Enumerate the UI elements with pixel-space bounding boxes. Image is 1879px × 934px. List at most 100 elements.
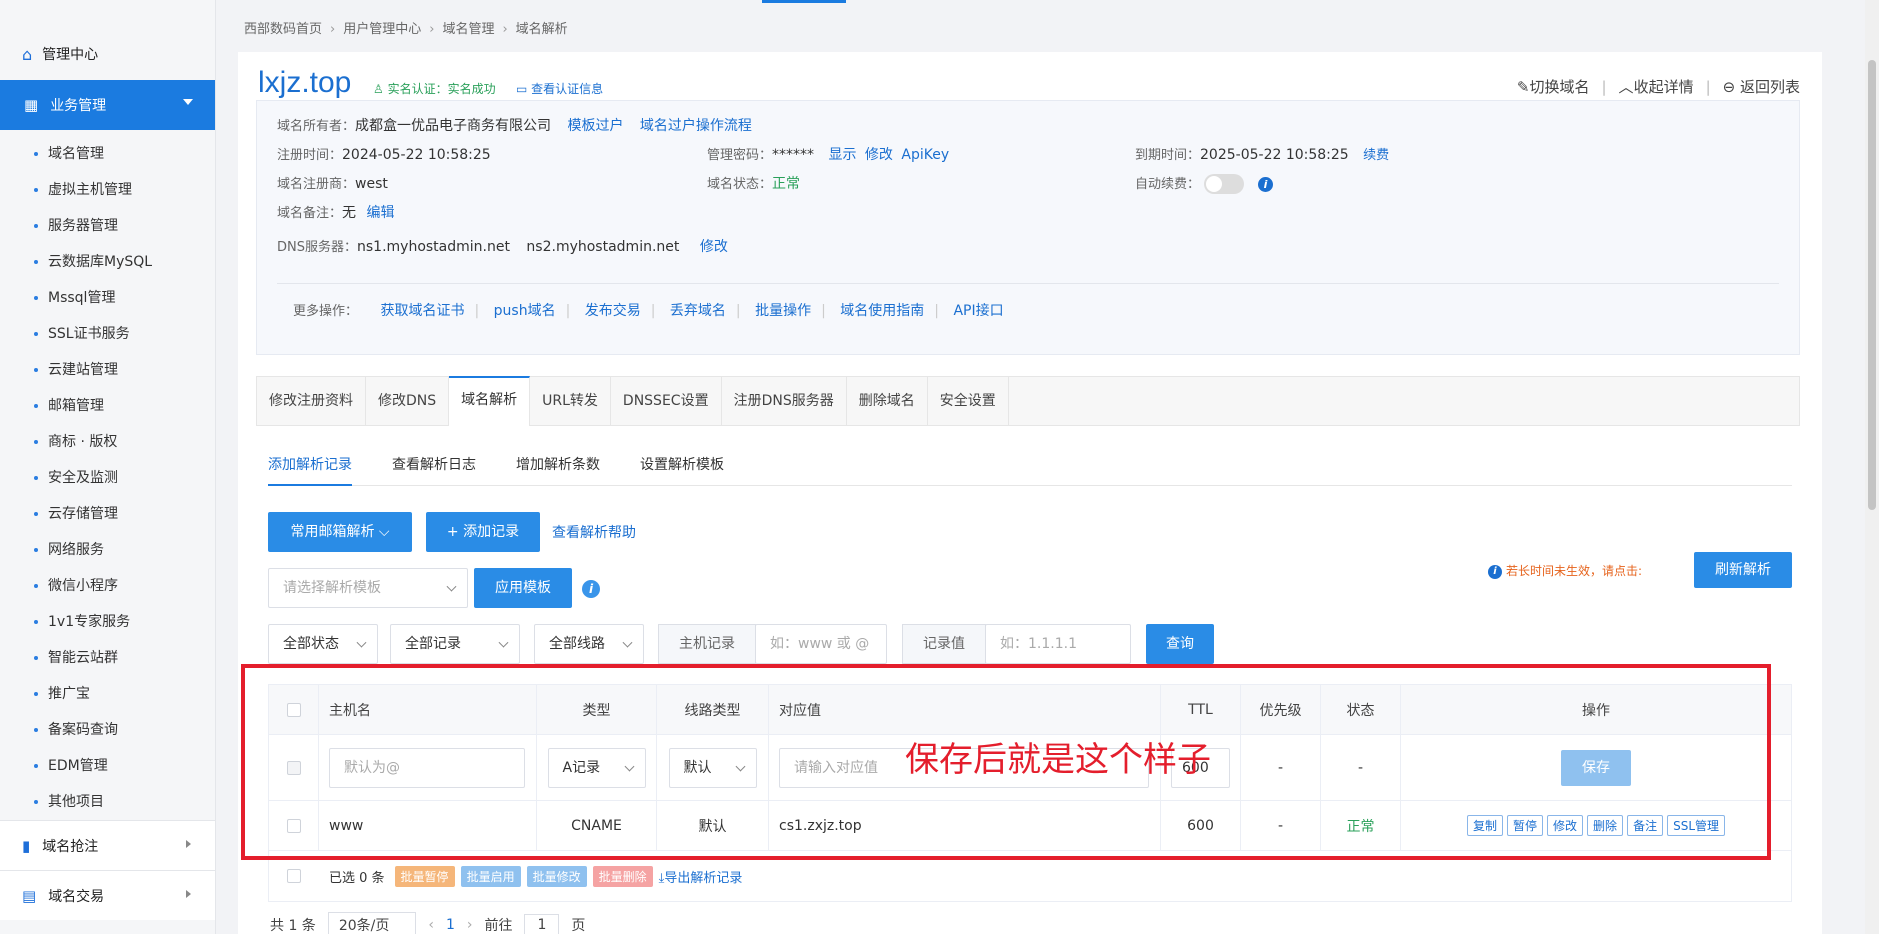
- auto-renew-toggle[interactable]: [1204, 174, 1245, 194]
- batch-delete-button[interactable]: 批量删除: [592, 865, 653, 887]
- edit-button[interactable]: 修改: [1547, 815, 1584, 836]
- transfer-flow-link[interactable]: 域名过户操作流程: [640, 118, 752, 134]
- breadcrumb-item[interactable]: 用户管理中心: [343, 22, 421, 37]
- domain-guide-link[interactable]: 域名使用指南: [840, 303, 924, 319]
- current-page[interactable]: 1: [446, 917, 455, 933]
- tab-edit-registration[interactable]: 修改注册资料: [257, 377, 366, 425]
- select-all-checkbox[interactable]: [286, 702, 301, 717]
- switch-domain-text: 切换域名: [1529, 78, 1590, 96]
- template-transfer-link[interactable]: 模板过户: [567, 118, 623, 134]
- back-to-list-button[interactable]: ⊖ 返回列表: [1723, 76, 1800, 97]
- goto-page-input[interactable]: 1: [524, 914, 560, 934]
- subtab-add-quota[interactable]: 增加解析条数: [516, 450, 600, 486]
- sidebar-subitem[interactable]: 域名管理: [0, 136, 215, 172]
- scrollbar-thumb[interactable]: [1868, 60, 1876, 510]
- tab-dnssec[interactable]: DNSSEC设置: [611, 377, 722, 425]
- record-filter[interactable]: 全部记录: [390, 624, 520, 664]
- sidebar-subitem[interactable]: 其他项目: [0, 784, 215, 820]
- host-record-input[interactable]: 如：www 或 @: [755, 624, 887, 664]
- tab-security[interactable]: 安全设置: [928, 377, 1009, 425]
- api-link[interactable]: API接口: [953, 303, 1003, 319]
- resolution-help-link[interactable]: 查看解析帮助: [552, 522, 636, 542]
- save-button[interactable]: 保存: [1561, 749, 1631, 786]
- tab-edit-dns[interactable]: 修改DNS: [366, 377, 450, 425]
- sidebar-subitem[interactable]: 邮箱管理: [0, 388, 215, 424]
- sidebar-group-trade[interactable]: ▤ 域名交易: [0, 870, 215, 920]
- sidebar-subitem[interactable]: 1v1专家服务: [0, 604, 215, 640]
- subtab-add-record[interactable]: 添加解析记录: [268, 450, 352, 486]
- sidebar-subitem[interactable]: 网络服务: [0, 532, 215, 568]
- sidebar-subitem[interactable]: 商标 · 版权: [0, 424, 215, 460]
- sidebar-subitem[interactable]: SSL证书服务: [0, 316, 215, 352]
- status-filter[interactable]: 全部状态: [268, 624, 378, 664]
- prev-page-icon[interactable]: ‹: [428, 917, 434, 933]
- tab-register-dns-server[interactable]: 注册DNS服务器: [722, 377, 847, 425]
- switch-domain-button[interactable]: ✎切换域名: [1517, 76, 1590, 97]
- show-password-link[interactable]: 显示: [828, 147, 856, 163]
- batch-pause-button[interactable]: 批量暂停: [394, 865, 455, 887]
- tab-delete-domain[interactable]: 删除域名: [847, 377, 928, 425]
- copy-button[interactable]: 复制: [1467, 815, 1504, 836]
- query-button[interactable]: 查询: [1146, 624, 1214, 664]
- row-checkbox[interactable]: [286, 818, 301, 833]
- add-record-button[interactable]: + 添加记录: [426, 512, 540, 552]
- discard-domain-link[interactable]: 丢弃域名: [670, 303, 726, 319]
- edit-dns-link[interactable]: 修改: [700, 239, 728, 255]
- row-checkbox[interactable]: [286, 760, 301, 775]
- info-icon[interactable]: i: [1258, 176, 1274, 192]
- next-page-icon[interactable]: ›: [467, 917, 473, 933]
- export-records-link[interactable]: ⤓导出解析记录: [659, 867, 743, 886]
- delete-button[interactable]: 删除: [1587, 815, 1624, 836]
- note-button[interactable]: 备注: [1627, 815, 1664, 836]
- subtab-template[interactable]: 设置解析模板: [640, 450, 724, 486]
- sidebar-subitem[interactable]: 备案码查询: [0, 712, 215, 748]
- push-domain-link[interactable]: push域名: [494, 303, 556, 319]
- page-size-select[interactable]: 20条/页: [327, 912, 417, 934]
- apikey-link[interactable]: ApiKey: [901, 147, 949, 163]
- renew-link[interactable]: 续费: [1363, 148, 1389, 163]
- batch-operation-link[interactable]: 批量操作: [755, 303, 811, 319]
- sidebar-subitem[interactable]: 智能云站群: [0, 640, 215, 676]
- page-scrollbar[interactable]: [1865, 0, 1879, 934]
- template-info-icon[interactable]: i: [582, 580, 600, 598]
- dns-server-1: ns1.myhostadmin.net: [357, 239, 510, 255]
- subtab-view-log[interactable]: 查看解析日志: [392, 450, 476, 486]
- sidebar-subitem[interactable]: Mssql管理: [0, 280, 215, 316]
- batch-enable-button[interactable]: 批量启用: [460, 865, 521, 887]
- sidebar-subitem[interactable]: 虚拟主机管理: [0, 172, 215, 208]
- sidebar-subitem[interactable]: 安全及监测: [0, 460, 215, 496]
- sidebar-subitem[interactable]: 云数据库MySQL: [0, 244, 215, 280]
- sidebar-subitem[interactable]: 云存储管理: [0, 496, 215, 532]
- collapse-details-button[interactable]: ︿收起详情: [1619, 76, 1694, 97]
- ssl-manage-button[interactable]: SSL管理: [1667, 815, 1725, 836]
- apply-template-button[interactable]: 应用模板: [474, 568, 572, 608]
- batch-edit-button[interactable]: 批量修改: [526, 865, 587, 887]
- line-filter[interactable]: 全部线路: [534, 624, 644, 664]
- type-select[interactable]: A记录: [547, 747, 646, 788]
- publish-trade-link[interactable]: 发布交易: [585, 303, 641, 319]
- footer-checkbox[interactable]: [287, 869, 301, 883]
- sidebar-item-business[interactable]: ▦ 业务管理: [0, 80, 215, 130]
- sidebar-subitem[interactable]: 服务器管理: [0, 208, 215, 244]
- refresh-resolution-button[interactable]: 刷新解析: [1694, 552, 1792, 588]
- sidebar-group-snatch[interactable]: ▮ 域名抢注: [0, 820, 215, 870]
- template-select[interactable]: 请选择解析模板: [268, 568, 468, 608]
- edit-note-link[interactable]: 编辑: [366, 205, 394, 221]
- edit-password-link[interactable]: 修改: [865, 147, 893, 163]
- line-select[interactable]: 默认: [668, 747, 757, 788]
- breadcrumb-item[interactable]: 西部数码首页: [244, 22, 322, 37]
- tab-dns-resolution[interactable]: 域名解析: [449, 376, 531, 426]
- pause-button[interactable]: 暂停: [1507, 815, 1544, 836]
- sidebar-subitem[interactable]: 微信小程序: [0, 568, 215, 604]
- mail-resolution-button[interactable]: 常用邮箱解析 ⌵: [268, 512, 412, 552]
- sidebar-subitem[interactable]: EDM管理: [0, 748, 215, 784]
- record-value-input[interactable]: 如：1.1.1.1: [985, 624, 1131, 664]
- host-input[interactable]: 默认为@: [329, 747, 525, 788]
- sidebar-item-home[interactable]: ⌂ 管理中心: [0, 0, 215, 80]
- verify-info-link[interactable]: ▭ 查看认证信息: [516, 80, 603, 97]
- sidebar-subitem[interactable]: 云建站管理: [0, 352, 215, 388]
- sidebar-subitem[interactable]: 推广宝: [0, 676, 215, 712]
- get-certificate-link[interactable]: 获取域名证书: [380, 303, 464, 319]
- tab-url-forward[interactable]: URL转发: [530, 377, 611, 425]
- breadcrumb-item[interactable]: 域名管理: [442, 22, 494, 37]
